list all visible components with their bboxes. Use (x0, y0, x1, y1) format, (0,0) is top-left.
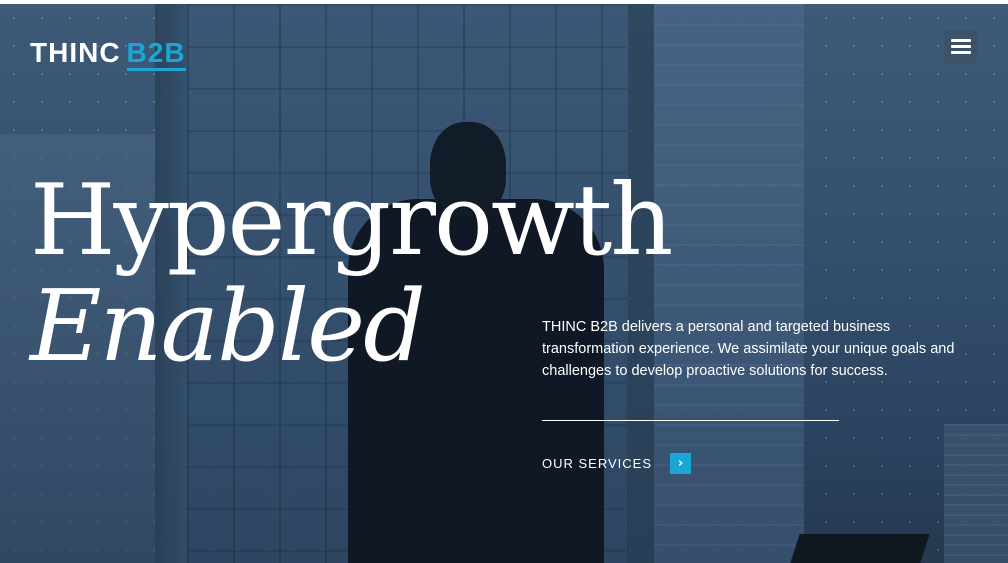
site-logo[interactable]: THINC B2B (30, 37, 186, 71)
logo-text-b2b: B2B (126, 37, 186, 71)
menu-bar-top (950, 39, 971, 42)
menu-bar-bottom (950, 51, 971, 54)
divider-line (542, 420, 839, 421)
menu-bar-middle (950, 45, 971, 48)
our-services-label: OUR SERVICES (542, 456, 653, 471)
laptop-silhouette (790, 534, 930, 563)
hamburger-menu-icon[interactable] (944, 30, 977, 63)
hero-description: THINC B2B delivers a personal and target… (542, 319, 955, 379)
headline-line-1: Hypergrowth (30, 164, 673, 278)
background-building-right (654, 4, 804, 563)
our-services-link[interactable]: OUR SERVICES › (542, 453, 692, 474)
background-building-far-right (944, 424, 1008, 563)
logo-text-thinc: THINC (30, 37, 121, 68)
chevron-right-icon[interactable]: › (670, 453, 692, 474)
